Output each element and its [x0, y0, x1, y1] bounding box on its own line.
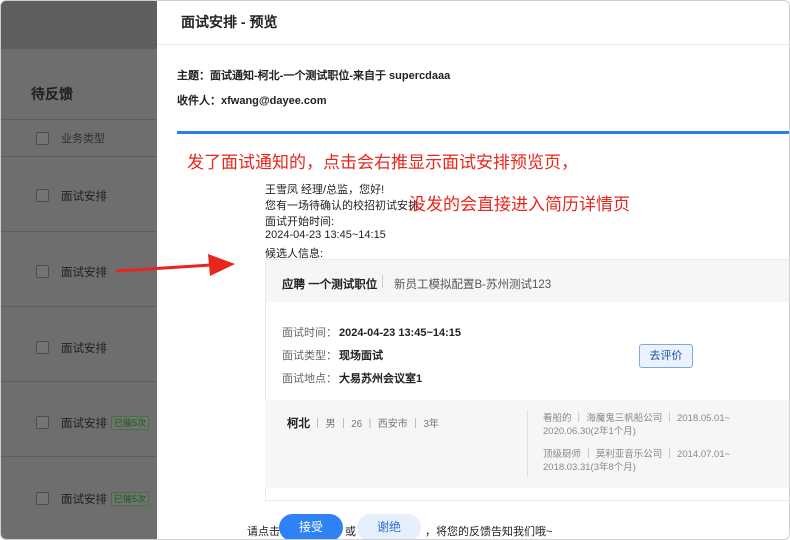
app-window: 待反馈 业务类型 面试安排 面试安排 面试安排 面试安排 已催5次 面试安排 已… — [0, 0, 790, 540]
annotation-arrow-icon — [115, 254, 235, 276]
